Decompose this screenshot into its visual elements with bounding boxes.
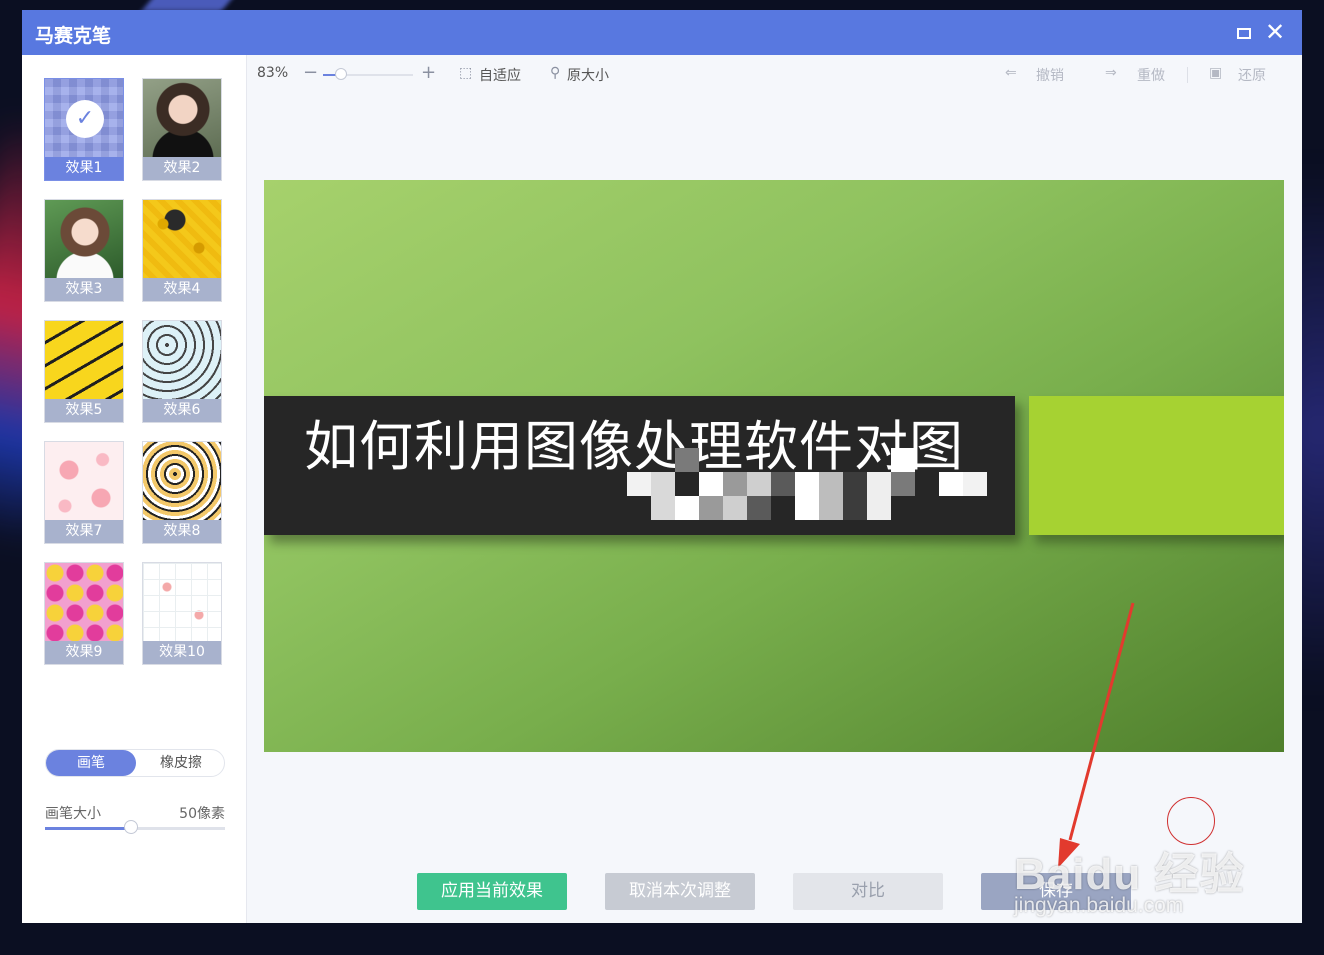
effect-label: 效果10 — [143, 641, 221, 664]
cancel-adjust-button[interactable]: 取消本次调整 — [605, 873, 755, 910]
watermark-logo: Baidu 经验 — [1014, 850, 1245, 899]
eraser-mode-button[interactable]: 橡皮擦 — [136, 750, 226, 776]
effect-tile-1[interactable]: ✓ 效果1 — [44, 78, 124, 181]
brush-size-handle[interactable] — [124, 820, 139, 834]
effect-label: 效果6 — [143, 399, 221, 422]
editor-area: 83% − + ⬚ 自适应 ⚲ 原大小 ⇐ 撤销 ⇒ 重做 ▣ 还原 如何利用图… — [247, 55, 1302, 923]
restore-button[interactable]: 还原 — [1238, 65, 1266, 85]
effect-label: 效果9 — [45, 641, 123, 664]
effect-thumbnail — [45, 442, 123, 522]
effects-sidebar: ✓ 效果1 效果2 效果3 效果4 效果5 效果6 效果7 效果8 效果9 效果… — [22, 55, 247, 923]
maximize-icon[interactable] — [1237, 28, 1251, 39]
effect-tile-3[interactable]: 效果3 — [44, 199, 124, 302]
editor-toolbar: 83% − + ⬚ 自适应 ⚲ 原大小 ⇐ 撤销 ⇒ 重做 ▣ 还原 — [247, 55, 1302, 95]
mosaic-block — [699, 472, 723, 496]
zoom-out-icon[interactable]: − — [303, 62, 318, 83]
mosaic-block — [771, 472, 795, 496]
effect-label: 效果5 — [45, 399, 123, 422]
effect-tile-5[interactable]: 效果5 — [44, 320, 124, 423]
effect-tile-8[interactable]: 效果8 — [142, 441, 222, 544]
effect-label: 效果4 — [143, 278, 221, 301]
mosaic-block — [651, 496, 675, 520]
image-canvas[interactable]: 如何利用图像处理软件对图 — [264, 180, 1284, 752]
undo-arrow-icon: ⇐ — [1005, 65, 1017, 81]
mosaic-block — [891, 472, 915, 496]
redo-arrow-icon: ⇒ — [1105, 65, 1117, 81]
mosaic-block — [843, 496, 867, 520]
compare-button[interactable]: 对比 — [793, 873, 943, 910]
mosaic-block — [867, 496, 891, 520]
close-icon[interactable]: ✕ — [1265, 18, 1285, 46]
brush-size-slider[interactable] — [45, 820, 225, 834]
brush-mode-button[interactable]: 画笔 — [46, 750, 136, 776]
mosaic-block — [819, 496, 843, 520]
brush-size-value: 50像素 — [179, 806, 225, 822]
mosaic-block — [723, 496, 747, 520]
mosaic-block — [699, 496, 723, 520]
effect-thumbnail — [143, 563, 221, 643]
mosaic-block — [651, 472, 675, 496]
effect-label: 效果8 — [143, 520, 221, 543]
mosaic-block — [747, 496, 771, 520]
mosaic-block — [939, 472, 963, 496]
effect-thumbnail — [45, 321, 123, 401]
magnifier-icon: ⚲ — [550, 65, 561, 81]
redo-button[interactable]: 重做 — [1137, 65, 1165, 85]
brush-size-row: 画笔大小 50像素 — [45, 803, 225, 823]
effect-tile-7[interactable]: 效果7 — [44, 441, 124, 544]
zoom-slider[interactable] — [323, 68, 413, 80]
effect-tile-2[interactable]: 效果2 — [142, 78, 222, 181]
effect-tile-4[interactable]: 效果4 — [142, 199, 222, 302]
original-size-button[interactable]: 原大小 — [567, 65, 609, 85]
image-icon: ▣ — [1209, 65, 1223, 81]
mosaic-block — [675, 448, 699, 472]
zoom-handle[interactable] — [335, 68, 347, 80]
effect-label: 效果1 — [45, 157, 123, 180]
toolbar-divider — [1187, 67, 1188, 83]
effect-label: 效果2 — [143, 157, 221, 180]
effect-thumbnail — [143, 321, 221, 401]
brush-size-label: 画笔大小 — [45, 806, 101, 822]
mosaic-block — [723, 472, 747, 496]
mosaic-block — [795, 472, 819, 496]
effect-thumbnail — [45, 563, 123, 643]
fit-icon: ⬚ — [459, 65, 473, 81]
title-bar: 马赛克笔 ✕ — [22, 10, 1302, 55]
effect-tile-9[interactable]: 效果9 — [44, 562, 124, 665]
effect-thumbnail — [143, 442, 221, 522]
mosaic-block — [819, 472, 843, 496]
canvas-accent-block — [1029, 396, 1284, 535]
mosaic-block — [627, 472, 651, 496]
mosaic-block — [747, 472, 771, 496]
effect-label: 效果7 — [45, 520, 123, 543]
effect-label: 效果3 — [45, 278, 123, 301]
check-icon: ✓ — [66, 100, 104, 138]
effect-thumbnail — [143, 200, 221, 280]
watermark-url: jingyan.baidu.com — [1014, 894, 1184, 917]
apply-effect-button[interactable]: 应用当前效果 — [417, 873, 567, 910]
zoom-percent: 83% — [257, 65, 289, 81]
canvas-headline: 如何利用图像处理软件对图 — [304, 415, 964, 478]
mosaic-pen-dialog: 马赛克笔 ✕ ✓ 效果1 效果2 效果3 效果4 效果5 效果6 效果7 效果8… — [22, 10, 1302, 923]
effect-tile-10[interactable]: 效果10 — [142, 562, 222, 665]
mosaic-block — [963, 472, 987, 496]
mosaic-block — [843, 472, 867, 496]
mosaic-block — [675, 496, 699, 520]
effect-thumbnail — [45, 200, 123, 280]
window-title: 马赛克笔 — [35, 25, 112, 47]
mosaic-block — [891, 448, 915, 472]
baidu-watermark: Baidu 经验 jingyan.baidu.com — [1014, 838, 1245, 917]
mosaic-block — [867, 472, 891, 496]
undo-button[interactable]: 撤销 — [1036, 65, 1064, 85]
effect-thumbnail — [143, 79, 221, 159]
zoom-in-icon[interactable]: + — [421, 62, 436, 83]
effect-tile-6[interactable]: 效果6 — [142, 320, 222, 423]
fit-button[interactable]: 自适应 — [479, 65, 521, 85]
brush-mode-toggle: 画笔 橡皮擦 — [45, 749, 225, 777]
brush-size-fill — [45, 827, 132, 830]
mosaic-block — [795, 496, 819, 520]
